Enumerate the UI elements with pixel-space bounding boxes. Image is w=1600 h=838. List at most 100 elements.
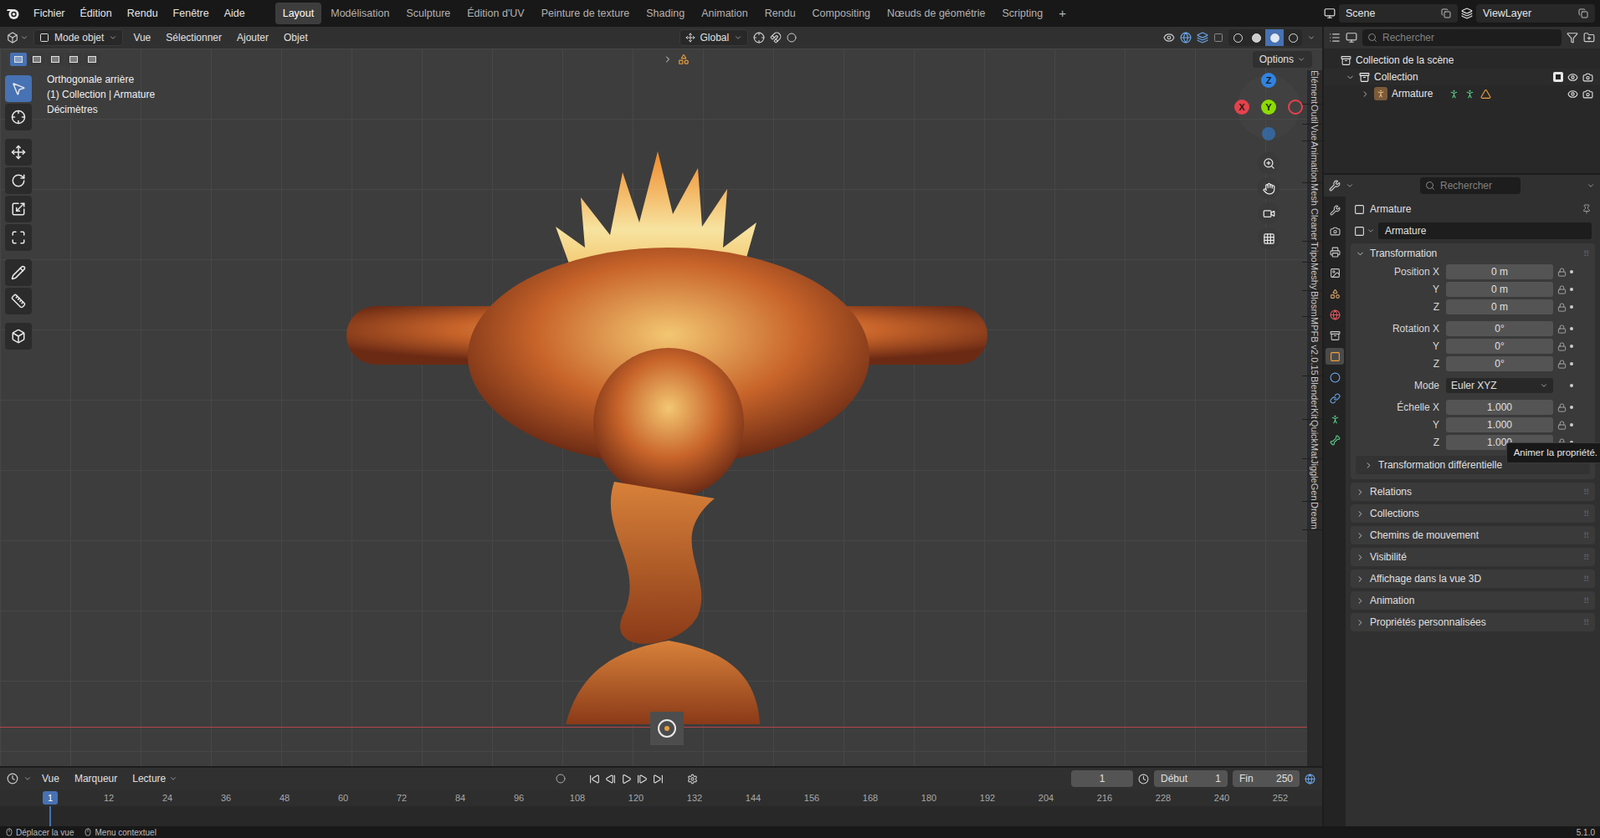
tool-button[interactable] [5, 259, 32, 287]
lock-icon[interactable] [1557, 420, 1567, 431]
outliner-search[interactable]: Rechercher [1362, 29, 1562, 47]
workspace-tab[interactable]: Édition d'UV [459, 2, 532, 26]
navigation-gizmo[interactable]: XYZ [1233, 71, 1304, 143]
tool-button[interactable] [5, 287, 32, 315]
navigation-button[interactable] [1257, 202, 1280, 225]
scene-field[interactable]: Scene [1338, 4, 1458, 23]
sidebar-tab[interactable]: Blosm [1302, 291, 1323, 318]
tool-button[interactable] [5, 103, 32, 131]
panel-header[interactable]: Relations⠿ [1350, 482, 1595, 502]
properties-tab[interactable] [1325, 410, 1344, 428]
properties-tab[interactable] [1325, 369, 1344, 386]
mode-dropdown[interactable]: Mode objet [33, 29, 124, 47]
workspace-tab[interactable]: Sculpture [398, 2, 458, 26]
timeline-menu[interactable]: Marqueur [69, 771, 123, 787]
menu-item[interactable]: Fichier [26, 3, 72, 25]
sidebar-tab[interactable]: MPFB v2.0.15 [1302, 317, 1323, 377]
keyframe-dot[interactable] [1569, 423, 1574, 427]
lock-icon[interactable] [1557, 285, 1567, 295]
property-field[interactable]: 1.000 [1446, 417, 1554, 433]
shading-mode-button[interactable] [1265, 29, 1284, 47]
record-icon[interactable] [555, 774, 566, 785]
sidebar-tab[interactable]: Élément [1302, 70, 1323, 105]
pivot-icon[interactable] [753, 31, 765, 44]
playback-icon[interactable] [636, 774, 648, 785]
sidebar-tab[interactable]: Vue [1302, 124, 1323, 142]
options-dropdown[interactable]: Options [1252, 51, 1313, 68]
sidebar-tab[interactable]: BlenderKit [1302, 376, 1323, 421]
select-mode-button[interactable] [65, 52, 83, 67]
render-icon[interactable] [1582, 71, 1594, 83]
properties-tab[interactable] [1325, 348, 1344, 365]
playhead-line[interactable] [49, 806, 52, 827]
panel-header[interactable]: Propriétés personnalisées⠿ [1350, 613, 1595, 632]
sync-icon[interactable] [1304, 774, 1316, 785]
snap-icon[interactable] [769, 31, 782, 44]
property-field[interactable]: 1.000 [1446, 400, 1554, 416]
menu-item[interactable]: Édition [73, 3, 119, 25]
sidebar-tab[interactable]: Mesh Cleaner [1302, 183, 1323, 242]
viewport-menu[interactable]: Sélectionner [160, 30, 227, 46]
playback-icon[interactable] [652, 774, 664, 785]
properties-search[interactable]: Rechercher [1420, 177, 1521, 195]
add-workspace-button[interactable]: + [1051, 4, 1073, 24]
panel-header[interactable]: Chemins de mouvement⠿ [1350, 526, 1595, 545]
playback-icon[interactable] [605, 774, 616, 785]
lock-icon[interactable] [1557, 302, 1567, 313]
properties-tab[interactable] [1325, 243, 1344, 261]
select-mode-button[interactable] [28, 52, 46, 67]
timeline-menu[interactable]: Vue [36, 771, 65, 787]
editor-type-button[interactable] [6, 31, 29, 44]
visibility-icon[interactable] [1567, 71, 1579, 83]
xray-icon[interactable] [1213, 32, 1224, 43]
tool-button[interactable] [5, 138, 32, 166]
sidebar-tab[interactable]: JiggleGen [1302, 459, 1323, 503]
object-name-field[interactable]: Armature [1378, 222, 1592, 240]
panel-header[interactable]: Collections⠿ [1350, 504, 1595, 524]
properties-tab[interactable] [1325, 222, 1344, 240]
keyframe-dot[interactable] [1569, 287, 1574, 292]
panel-header[interactable]: Animation⠿ [1350, 591, 1595, 611]
render-icon[interactable] [1582, 88, 1594, 100]
workspace-tab[interactable]: Nœuds de géométrie [879, 2, 993, 26]
timeline-ruler[interactable]: 1122436486072849610812013214415616818019… [0, 789, 1323, 807]
expand-icon[interactable] [1360, 89, 1370, 99]
properties-tab[interactable] [1325, 264, 1344, 282]
sidebar-tab[interactable]: Meshy [1302, 262, 1323, 291]
start-frame-field[interactable]: Début1 [1153, 770, 1228, 788]
current-frame-field[interactable]: 1 [1071, 770, 1134, 788]
properties-tab[interactable] [1325, 327, 1344, 344]
editor-type-icon[interactable] [1328, 31, 1341, 44]
keyframe-dot[interactable] [1569, 305, 1574, 309]
lock-icon[interactable] [1557, 342, 1567, 352]
menu-item[interactable]: Rendu [120, 3, 165, 25]
workspace-tab[interactable]: Shading [638, 2, 693, 26]
tool-button[interactable] [5, 75, 32, 103]
workspace-tab[interactable]: Animation [693, 2, 756, 26]
editor-type-icon[interactable] [1328, 179, 1341, 192]
outliner-row[interactable]: Collection [1323, 68, 1600, 86]
blender-logo-icon[interactable] [5, 5, 21, 21]
sidebar-tab[interactable]: QuickMat [1302, 420, 1323, 460]
property-field[interactable]: 0° [1446, 321, 1554, 337]
lock-icon[interactable] [1557, 359, 1567, 370]
viewport-menu[interactable]: Vue [128, 30, 156, 46]
panel-header[interactable]: Affichage dans la vue 3D⠿ [1350, 569, 1595, 589]
viewport-menu[interactable]: Ajouter [231, 30, 274, 46]
shading-mode-button[interactable] [1283, 29, 1303, 47]
proportional-icon[interactable] [786, 32, 797, 43]
workspace-tab[interactable]: Scripting [994, 2, 1052, 26]
tool-button[interactable] [5, 323, 32, 350]
playback-icon[interactable] [589, 774, 600, 785]
gizmo-icon[interactable] [1179, 31, 1192, 44]
properties-tab[interactable] [1325, 389, 1344, 407]
select-mode-button[interactable] [46, 52, 64, 67]
sidebar-tab[interactable]: Outil [1302, 104, 1323, 125]
properties-tab[interactable] [1325, 285, 1344, 303]
properties-tab[interactable] [1325, 201, 1344, 219]
sidebar-tab[interactable]: Animation [1302, 141, 1323, 184]
sidebar-tab[interactable]: Tripo [1302, 241, 1323, 264]
timeline-menu[interactable]: Lecture [127, 771, 183, 787]
orientation-dropdown[interactable]: Global [679, 29, 749, 47]
collection-checkbox[interactable] [1553, 71, 1564, 83]
